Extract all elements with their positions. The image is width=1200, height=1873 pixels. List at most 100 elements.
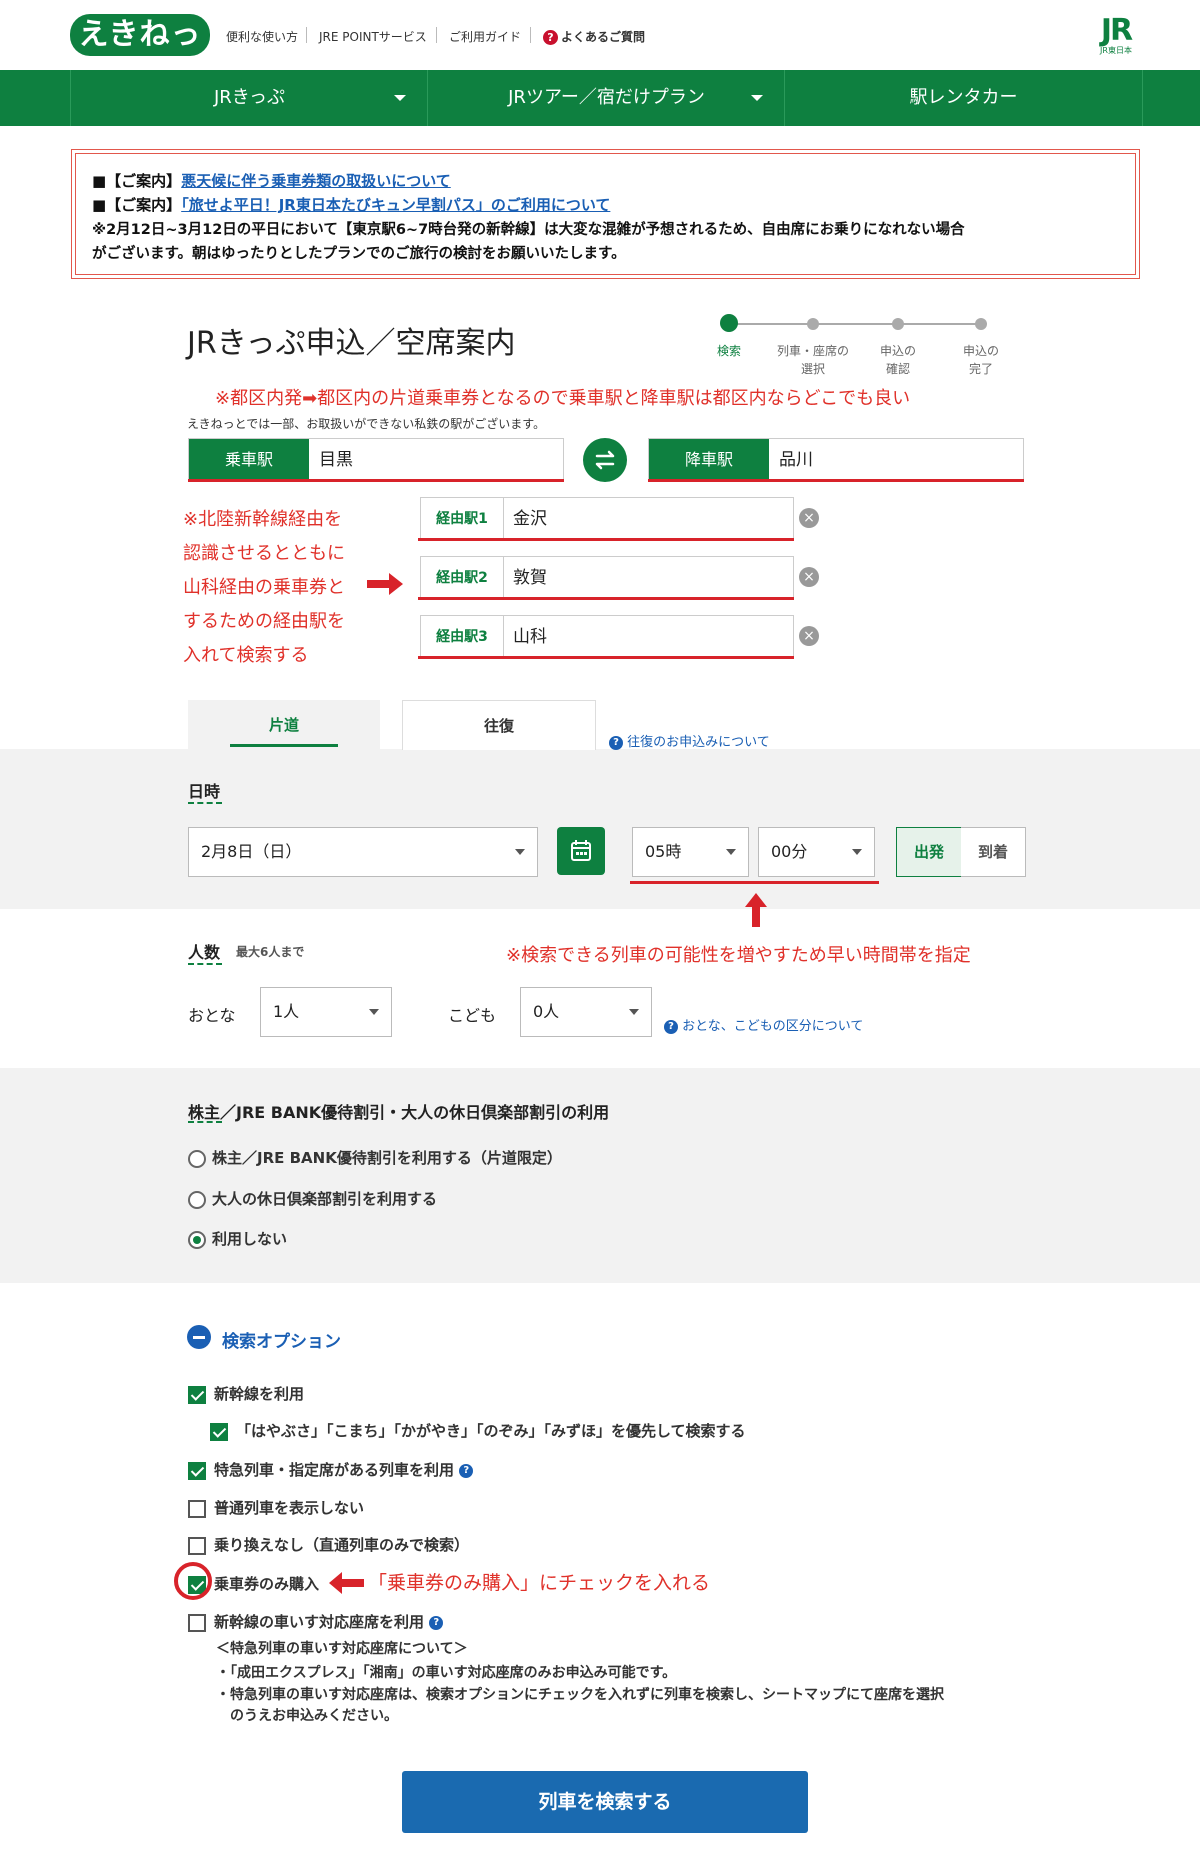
radio-button[interactable] xyxy=(188,1190,206,1209)
step-text: 完了 xyxy=(968,362,993,376)
via-station-3-field[interactable]: 経由駅3 山科 xyxy=(420,615,794,659)
progress-line xyxy=(729,323,981,325)
via-label: 経由駅3 xyxy=(421,616,504,658)
notice-line-4: がございます。朝はゆったりとしたプランでのご旅行の検討をお願いいたします。 xyxy=(92,246,626,262)
checkbox[interactable] xyxy=(188,1499,206,1518)
checkbox[interactable] xyxy=(188,1613,206,1632)
checkbox-checked[interactable] xyxy=(210,1422,228,1441)
option-use-shinkansen[interactable]: 新幹線を利用 xyxy=(188,1383,304,1404)
option-limited-express[interactable]: 特急列車・指定席がある列車を利用 ? xyxy=(188,1459,474,1480)
ekinet-logo[interactable]: えきねっと xyxy=(70,14,210,94)
search-options-heading[interactable]: 検索オプション xyxy=(222,1327,341,1352)
step-text: 申込の xyxy=(879,344,916,358)
child-count-select[interactable]: 0人 xyxy=(520,987,652,1037)
arrival-station-field[interactable]: 降車駅 品川 xyxy=(648,438,1024,482)
round-trip-help-link[interactable]: ? 往復のお申込みについて xyxy=(609,731,770,750)
option-no-transfer[interactable]: 乗り換えなし（直通列車のみで検索） xyxy=(188,1534,469,1555)
child-count-value: 0人 xyxy=(533,1002,560,1021)
departure-label: 乗車駅 xyxy=(189,439,309,481)
clear-icon[interactable]: × xyxy=(799,567,819,587)
divider xyxy=(436,27,437,43)
clear-icon[interactable]: × xyxy=(799,508,819,528)
minute-select[interactable]: 00分 xyxy=(758,827,875,877)
discount-heading: 株主／JRE BANK優待割引・大人の休日倶楽部割引の利用 xyxy=(188,1103,610,1122)
datetime-heading: 日時 xyxy=(188,782,221,801)
checkbox-checked[interactable] xyxy=(188,1385,206,1404)
passenger-category-help-link[interactable]: ? おとな、こどもの区分について xyxy=(664,1015,863,1034)
annotation-underline xyxy=(418,597,794,600)
toplink-guide[interactable]: ご利用ガイド xyxy=(449,28,521,45)
arrival-label: 降車駅 xyxy=(649,439,769,481)
option-label: 新幹線の車いす対応座席を利用 xyxy=(214,1613,425,1631)
notice-link-weather[interactable]: 悪天候に伴う乗車券類の取扱いについて xyxy=(181,172,451,190)
arrival-value[interactable]: 品川 xyxy=(779,439,813,481)
option-label: 普通列車を表示しない xyxy=(214,1499,365,1517)
via-note-line: するための経由駅を xyxy=(183,611,345,632)
site-header: えきねっと 便利な使い方 JRE POINTサービス ご利用ガイド ?よくあるご… xyxy=(0,0,1200,94)
question-icon[interactable]: ? xyxy=(459,1463,474,1478)
radio-label: 大人の休日倶楽部割引を利用する xyxy=(212,1190,438,1208)
via-value[interactable]: 山科 xyxy=(513,616,547,658)
heading-underline xyxy=(188,963,222,965)
calendar-button[interactable] xyxy=(557,827,605,875)
step-dot-search xyxy=(720,314,738,332)
step-label-complete: 申込の 完了 xyxy=(941,342,1021,378)
chevron-down-icon xyxy=(852,849,862,855)
notice-line-3: ※2月12日~3月12日の平日において【東京駅6~7時台発の新幹線】は大変な混雑… xyxy=(92,222,965,238)
departure-value[interactable]: 目黒 xyxy=(319,439,353,481)
toplink-howto[interactable]: 便利な使い方 xyxy=(226,28,298,45)
via-station-2-field[interactable]: 経由駅2 敦賀 xyxy=(420,556,794,600)
checkbox-checked[interactable] xyxy=(188,1461,206,1480)
search-trains-button[interactable]: 列車を検索する xyxy=(402,1771,808,1833)
tab-round-trip[interactable]: 往復 xyxy=(402,700,596,750)
toplink-jre-point[interactable]: JRE POINTサービス xyxy=(319,28,427,45)
via-station-1-field[interactable]: 経由駅1 金沢 xyxy=(420,497,794,541)
nav-jr-tour[interactable]: JRツアー／宿だけプラン xyxy=(427,70,785,126)
radio-button[interactable] xyxy=(188,1149,206,1168)
via-value[interactable]: 金沢 xyxy=(513,498,547,540)
via-label: 経由駅2 xyxy=(421,557,504,599)
question-icon[interactable]: ? xyxy=(429,1615,444,1630)
step-text: 検索 xyxy=(716,344,741,358)
option-wheelchair-seat[interactable]: 新幹線の車いす対応座席を利用 ? xyxy=(188,1611,444,1632)
nav-jr-ticket[interactable]: JRきっぷ xyxy=(70,70,428,126)
hour-select[interactable]: 05時 xyxy=(632,827,749,877)
checkbox[interactable] xyxy=(188,1536,206,1555)
swap-stations-button[interactable] xyxy=(583,438,627,482)
passengers-heading: 人数 xyxy=(188,943,221,962)
annotation-arrow-left-icon xyxy=(329,1572,364,1594)
radio-not-use[interactable]: 利用しない xyxy=(188,1228,287,1249)
option-label: 乗車券のみ購入 xyxy=(214,1575,320,1593)
main-nav: JRきっぷ JRツアー／宿だけプラン 駅レンタカー xyxy=(0,70,1200,126)
arrive-toggle[interactable]: 到着 xyxy=(961,827,1026,877)
radio-shareholder-discount[interactable]: 株主／JRE BANK優待割引を利用する（片道限定） xyxy=(188,1147,562,1168)
question-icon: ? xyxy=(609,735,623,750)
toplink-faq[interactable]: ? よくあるご質問 xyxy=(543,28,645,45)
via-note-line: ※北陸新幹線経由を xyxy=(183,509,343,530)
departure-station-field[interactable]: 乗車駅 目黒 xyxy=(188,438,564,482)
option-label: 特急列車・指定席がある列車を利用 xyxy=(214,1461,455,1479)
toplink-faq-label: よくあるご質問 xyxy=(561,30,646,44)
chevron-down-icon xyxy=(394,95,406,101)
collapse-icon[interactable] xyxy=(187,1325,211,1349)
nav-rent-a-car[interactable]: 駅レンタカー xyxy=(784,70,1143,126)
notice-link-pass[interactable]: 「旅せよ平日！JR東日本たびキュン早割パス」のご利用について xyxy=(181,196,610,214)
option-prioritize-fast-trains[interactable]: 「はやぶさ」「こまち」「かがやき」「のぞみ」「みずほ」を優先して検索する xyxy=(210,1420,746,1441)
via-value[interactable]: 敦賀 xyxy=(513,557,547,599)
tab-one-way[interactable]: 片道 xyxy=(188,700,380,750)
radio-button-selected[interactable] xyxy=(188,1230,206,1249)
adult-count-select[interactable]: 1人 xyxy=(260,987,392,1037)
chevron-down-icon xyxy=(515,849,525,855)
adult-count-value: 1人 xyxy=(273,1002,300,1021)
notice-prefix: ■【ご案内】 xyxy=(92,172,182,190)
annotation-underline xyxy=(630,881,879,884)
date-select[interactable]: 2月8日（日） xyxy=(188,827,538,877)
radio-label: 株主／JRE BANK優待割引を利用する（片道限定） xyxy=(212,1149,562,1167)
radio-otona-kyujitsu[interactable]: 大人の休日倶楽部割引を利用する xyxy=(188,1188,437,1209)
wheelchair-note-line: ・「成田エクスプレス」「湘南」の車いす対応座席のみお申込み可能です。 xyxy=(216,1665,677,1681)
option-hide-local-trains[interactable]: 普通列車を表示しない xyxy=(188,1497,364,1518)
depart-toggle[interactable]: 出発 xyxy=(896,827,962,877)
jr-east-logo[interactable]: JR JR東日本 xyxy=(1090,16,1142,56)
chevron-down-icon xyxy=(629,1009,639,1015)
clear-icon[interactable]: × xyxy=(799,626,819,646)
